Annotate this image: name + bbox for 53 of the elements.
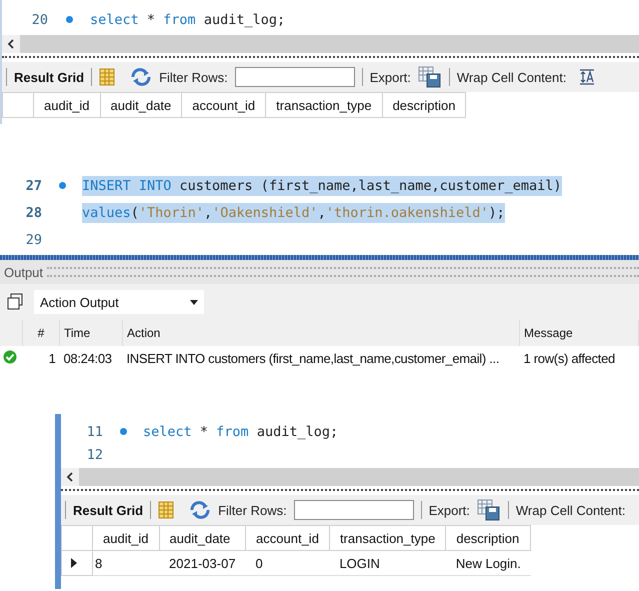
line-number: 28 — [24, 204, 42, 220]
scroll-left-icon[interactable] — [65, 471, 75, 483]
table-cell: 1 — [22, 346, 60, 371]
caret-icon[interactable] — [190, 300, 198, 304]
line-number: 27 — [24, 178, 42, 194]
column-header[interactable]: account_id — [246, 526, 330, 550]
column-header[interactable]: transaction_type — [266, 92, 382, 118]
horizontal-scrollbar[interactable] — [61, 468, 639, 486]
filter-rows-input[interactable] — [294, 500, 414, 520]
export-label: Export: — [428, 502, 470, 518]
table-cell: 1 row(s) affected — [520, 346, 638, 371]
copy-icon[interactable] — [6, 293, 24, 311]
scroll-left-icon[interactable] — [6, 38, 16, 50]
output-type-dropdown[interactable]: Action Output — [34, 290, 204, 314]
column-header[interactable]: description — [382, 92, 466, 118]
table-cell: INSERT INTO customers (first_name,last_name,customer_email) ... — [122, 346, 520, 371]
export-floppy-icon[interactable] — [476, 499, 501, 521]
wrap-text-icon[interactable] — [579, 69, 596, 85]
column-header[interactable]: audit_id — [92, 526, 160, 550]
table-cell: 08:24:03 — [60, 346, 122, 371]
line-number: 12 — [86, 446, 103, 462]
line-number: 11 — [86, 424, 103, 440]
code-line: select * from audit_log; — [90, 10, 286, 30]
result-grid-tab[interactable]: Result Grid — [14, 70, 84, 84]
table-cell: 0 — [246, 550, 330, 576]
output-panel-title: Output — [4, 264, 44, 280]
code-line: select * from audit_log; — [143, 422, 338, 442]
refresh-icon[interactable] — [130, 68, 152, 86]
wrap-cell-content-label: Wrap Cell Content: — [516, 502, 626, 518]
column-header[interactable]: audit_id — [34, 92, 100, 118]
result-grid-tab[interactable]: Result Grid — [73, 502, 144, 518]
refresh-icon[interactable] — [189, 501, 212, 519]
table-cell: 8 — [92, 550, 160, 576]
export-label: Export: — [370, 70, 411, 84]
column-header[interactable]: transaction_type — [329, 526, 446, 550]
panel-grip[interactable] — [47, 267, 639, 277]
export-floppy-icon[interactable] — [418, 66, 442, 88]
line-number: 20 — [30, 12, 48, 28]
column-header[interactable]: audit_date — [159, 526, 246, 550]
grid-columns-icon[interactable] — [158, 501, 174, 519]
column-header[interactable]: account_id — [182, 92, 266, 118]
column-header[interactable]: audit_date — [100, 92, 182, 118]
filter-rows-label: Filter Rows: — [218, 502, 287, 518]
wrap-cell-content-label: Wrap Cell Content: — [456, 70, 566, 84]
column-header[interactable]: description — [446, 526, 531, 550]
table-cell: LOGIN — [329, 550, 446, 576]
line-number: 29 — [24, 232, 42, 248]
horizontal-scrollbar[interactable] — [2, 35, 639, 53]
grid-columns-icon[interactable] — [99, 68, 116, 86]
table-cell: 2021-03-07 — [159, 550, 246, 576]
filter-rows-label: Filter Rows: — [159, 70, 228, 84]
table-cell: New Login. — [446, 550, 531, 576]
filter-rows-input[interactable] — [234, 67, 355, 87]
